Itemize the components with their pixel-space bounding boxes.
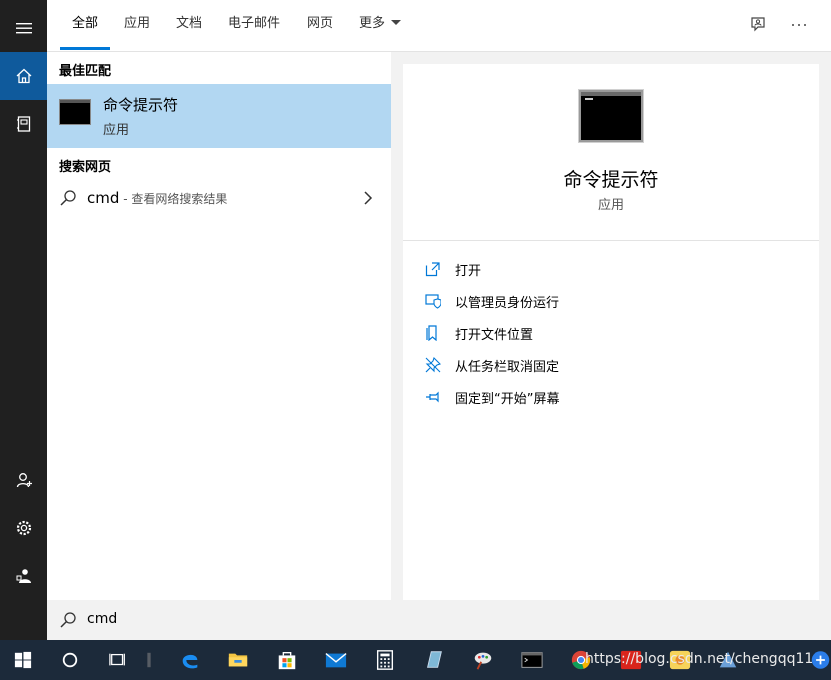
detail-pane: 命令提示符 应用 打开 以管理员身份运行 打开文件位置 从任务栏取消固定 固定到… <box>403 64 819 600</box>
action-label: 从任务栏取消固定 <box>455 359 560 375</box>
detail-title: 命令提示符 <box>563 169 659 191</box>
detail-subtitle: 应用 <box>597 198 624 213</box>
divider <box>403 240 819 241</box>
action-label: 打开文件位置 <box>455 327 534 343</box>
mail-button[interactable] <box>324 648 348 672</box>
settings-button[interactable] <box>0 504 47 552</box>
tab-all[interactable]: 全部 <box>59 0 111 52</box>
taskbar: https://blog.csdn.net/chengqq116 <box>0 640 831 680</box>
taskbar-separator <box>145 648 153 672</box>
chevron-right-icon <box>364 191 373 205</box>
tab-label: 更多 <box>359 16 386 31</box>
search-icon <box>60 612 76 628</box>
paint-icon <box>474 652 492 670</box>
results-list: 最佳匹配 命令提示符 应用 搜索网页 cmd - 查看网络搜索结果 <box>47 52 391 600</box>
tab-documents[interactable]: 文档 <box>176 0 202 52</box>
feedback-user-icon <box>16 569 31 583</box>
edge-icon <box>182 654 198 669</box>
open-icon <box>425 262 440 277</box>
action-run-as-admin[interactable]: 以管理员身份运行 <box>425 289 559 313</box>
gear-icon <box>16 520 31 536</box>
calculator-icon <box>376 650 394 670</box>
action-pin-start[interactable]: 固定到“开始”屏幕 <box>425 385 559 409</box>
best-match-heading: 最佳匹配 <box>59 64 112 79</box>
action-label: 固定到“开始”屏幕 <box>455 391 560 407</box>
cortana-button[interactable] <box>58 648 82 672</box>
web-search-hint: - 查看网络搜索结果 <box>119 192 228 206</box>
more-options-icon <box>792 24 806 26</box>
web-search-query: cmd <box>87 189 120 207</box>
add-user-icon <box>16 473 32 488</box>
web-search-item[interactable]: cmd - 查看网络搜索结果 <box>47 184 391 214</box>
paint-button[interactable] <box>471 648 495 672</box>
notebook-icon <box>16 116 30 132</box>
run-as-admin-icon <box>425 294 441 309</box>
pin-icon <box>426 391 439 403</box>
add-user-button[interactable] <box>0 456 47 504</box>
task-view-icon <box>109 653 125 666</box>
command-prompt-icon <box>579 90 643 142</box>
feedback-user-button[interactable] <box>0 552 47 600</box>
search-tabs-bar: 全部 应用 文档 电子邮件 网页 更多 <box>47 0 831 52</box>
tab-label: 全部 <box>72 16 99 31</box>
tab-email[interactable]: 电子邮件 <box>228 0 280 52</box>
taskbar-app-button[interactable] <box>810 648 831 672</box>
mail-icon <box>325 653 347 668</box>
web-search-text: cmd - 查看网络搜索结果 <box>87 189 227 207</box>
tab-more[interactable]: 更多 <box>359 0 402 52</box>
home-icon <box>16 68 31 84</box>
action-label: 打开 <box>455 263 482 279</box>
feedback-icon <box>751 17 765 32</box>
more-options-button[interactable] <box>788 14 810 36</box>
taskbar-app-button[interactable] <box>422 648 446 672</box>
task-view-button[interactable] <box>106 648 130 672</box>
command-prompt-icon <box>59 99 91 125</box>
app-icon <box>427 651 442 668</box>
calculator-button[interactable] <box>373 648 397 672</box>
action-unpin-taskbar[interactable]: 从任务栏取消固定 <box>425 353 559 377</box>
command-prompt-icon <box>521 652 543 668</box>
chevron-down-icon <box>391 20 402 25</box>
cortana-icon <box>62 652 78 668</box>
notebook-button[interactable] <box>0 100 47 148</box>
best-match-title: 命令提示符 <box>103 96 179 114</box>
tab-label: 电子邮件 <box>228 16 281 31</box>
app-icon <box>811 651 830 669</box>
hamburger-menu-icon <box>15 23 32 34</box>
hamburger-menu-button[interactable] <box>0 4 47 52</box>
best-match-subtitle: 应用 <box>103 123 130 138</box>
feedback-button[interactable] <box>747 14 769 36</box>
search-input[interactable]: cmd <box>87 611 117 627</box>
windows-start-button[interactable] <box>11 648 35 672</box>
best-match-item[interactable]: 命令提示符 应用 <box>47 84 391 148</box>
tab-label: 应用 <box>124 16 151 31</box>
edge-button[interactable] <box>178 648 202 672</box>
action-open-file-location[interactable]: 打开文件位置 <box>425 321 533 345</box>
action-label: 以管理员身份运行 <box>455 295 560 311</box>
home-button[interactable] <box>0 52 47 100</box>
store-icon <box>278 651 296 670</box>
watermark-text: https://blog.csdn.net/chengqq116 <box>585 651 823 667</box>
tab-web[interactable]: 网页 <box>307 0 333 52</box>
tab-label: 文档 <box>176 16 203 31</box>
store-button[interactable] <box>275 648 299 672</box>
windows-start-icon <box>14 651 32 669</box>
file-explorer-button[interactable] <box>226 648 250 672</box>
tab-label: 网页 <box>307 16 334 31</box>
left-rail <box>0 0 47 640</box>
action-open[interactable]: 打开 <box>425 257 481 281</box>
search-box[interactable]: cmd <box>47 600 831 640</box>
tab-apps[interactable]: 应用 <box>124 0 150 52</box>
command-prompt-taskbar-button[interactable] <box>520 648 544 672</box>
file-explorer-icon <box>228 653 248 667</box>
file-location-icon <box>426 325 437 341</box>
unpin-icon <box>425 357 441 373</box>
web-search-heading: 搜索网页 <box>59 160 112 175</box>
search-icon <box>60 190 76 206</box>
